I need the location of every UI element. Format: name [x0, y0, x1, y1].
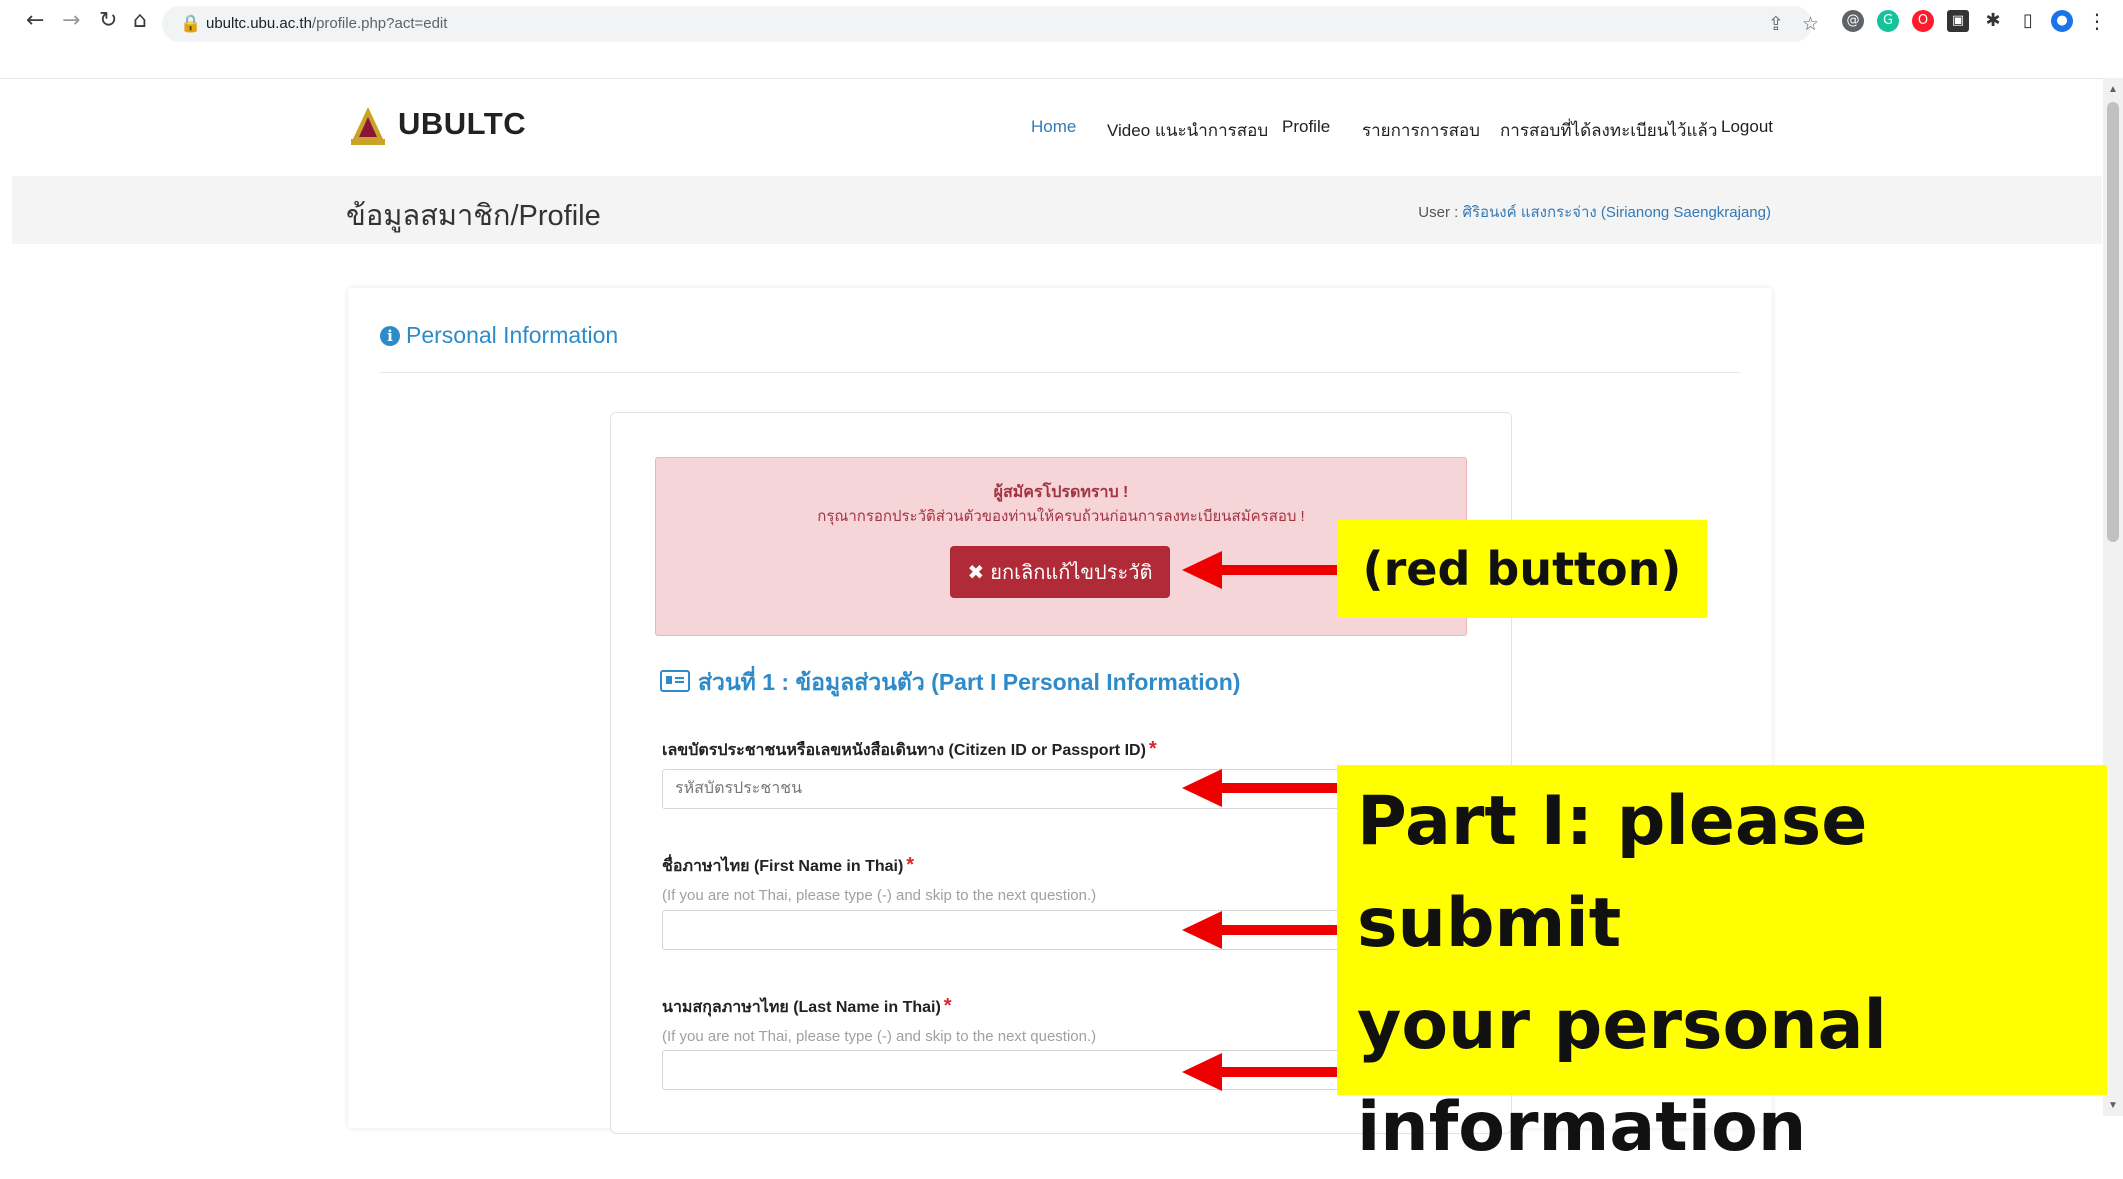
first-name-thai-label: ชื่อภาษาไทย (First Name in Thai) * — [662, 854, 915, 876]
browser-toolbar: ← → ↻ ⌂ 🔒 ubultc.ubu.ac.th/profile.php?a… — [0, 0, 2123, 48]
citizen-id-label: เลขบัตรประชาชนหรือเลขหนังสือเดินทาง (Cit… — [662, 738, 1157, 760]
share-icon[interactable]: ⇪ — [1768, 13, 1784, 35]
last-name-thai-label: นามสกุลภาษาไทย (Last Name in Thai) * — [662, 995, 952, 1017]
part1-instruction-callout: Part I: please submit your personal info… — [1337, 765, 2107, 1167]
nav-home[interactable]: Home — [1031, 117, 1076, 137]
reload-icon[interactable]: ↻ — [99, 8, 117, 33]
scroll-down-icon[interactable]: ▼ — [2108, 1100, 2118, 1111]
nav-exam-list[interactable]: รายการการสอบ — [1362, 117, 1480, 144]
forward-icon[interactable]: → — [62, 8, 80, 33]
required-asterisk: * — [906, 854, 915, 876]
ubultc-logo-icon[interactable] — [350, 105, 386, 147]
address-bar[interactable]: 🔒 ubultc.ubu.ac.th/profile.php?act=edit … — [162, 6, 1819, 42]
site-brand[interactable]: UBULTC — [398, 106, 526, 142]
user-label: User : — [1418, 204, 1459, 221]
scrollbar-thumb[interactable] — [2107, 102, 2119, 542]
callout-line-2: your personal — [1357, 986, 1887, 1065]
part1-heading: ส่วนที่ 1 : ข้อมูลส่วนตัว (Part I Person… — [660, 665, 1240, 701]
page-title-band — [12, 176, 2102, 244]
id-card-icon — [660, 670, 690, 692]
url-text: ubultc.ubu.ac.th/profile.php?act=edit — [206, 15, 448, 32]
home-icon[interactable]: ⌂ — [133, 8, 147, 33]
info-icon: i — [380, 326, 400, 346]
profile-avatar-icon[interactable]: ● — [2051, 10, 2073, 32]
annotation-arrow — [1182, 769, 1342, 807]
user-info: User : ศิริอนงค์ แสงกระจ่าง (Sirianong S… — [1418, 200, 1771, 224]
user-name: ศิริอนงค์ แสงกระจ่าง (Sirianong Saengkra… — [1462, 204, 1771, 221]
annotation-arrow — [1182, 911, 1342, 949]
lock-icon: 🔒 — [180, 14, 202, 34]
toolbar-divider — [0, 78, 2123, 79]
nav-registered-exams[interactable]: การสอบที่ได้ลงทะเบียนไว้แล้ว — [1500, 117, 1717, 144]
close-icon: ✖ — [967, 560, 985, 584]
heading-divider — [380, 372, 1740, 373]
extension-at-icon[interactable]: @ — [1842, 10, 1864, 32]
required-asterisk: * — [1148, 738, 1157, 760]
nav-profile[interactable]: Profile — [1282, 117, 1330, 137]
alert-title: ผู้สมัครโปรดทราบ ! — [993, 484, 1129, 501]
page-title: ข้อมูลสมาชิก/Profile — [346, 200, 601, 232]
annotation-arrow — [1182, 551, 1342, 589]
annotation-arrow — [1182, 1053, 1342, 1091]
opera-icon[interactable]: O — [1912, 10, 1934, 32]
callout-line-1: Part I: please submit — [1357, 782, 1868, 963]
callout-line-3: information — [1357, 1088, 1807, 1167]
nav-logout[interactable]: Logout — [1721, 117, 1773, 137]
extension-square-icon[interactable]: ▣ — [1947, 10, 1969, 32]
scroll-up-icon[interactable]: ▲ — [2108, 84, 2118, 95]
red-button-callout: (red button) — [1337, 520, 1707, 618]
extensions-puzzle-icon[interactable]: ✱ — [1982, 10, 2004, 32]
required-asterisk: * — [943, 995, 952, 1017]
nav-video[interactable]: Video แนะนำการสอบ — [1107, 117, 1268, 144]
cancel-edit-profile-button[interactable]: ✖ ยกเลิกแก้ไขประวัติ — [950, 546, 1170, 598]
first-name-thai-hint: (If you are not Thai, please type (-) an… — [662, 887, 1097, 904]
last-name-thai-hint: (If you are not Thai, please type (-) an… — [662, 1028, 1097, 1045]
back-icon[interactable]: ← — [26, 8, 44, 33]
side-panel-icon[interactable]: ▯ — [2017, 10, 2039, 32]
bookmark-star-icon[interactable]: ☆ — [1802, 13, 1819, 35]
personal-info-heading: i Personal Information — [380, 322, 618, 349]
grammarly-icon[interactable]: G — [1877, 10, 1899, 32]
menu-kebab-icon[interactable]: ⋮ — [2086, 10, 2108, 32]
